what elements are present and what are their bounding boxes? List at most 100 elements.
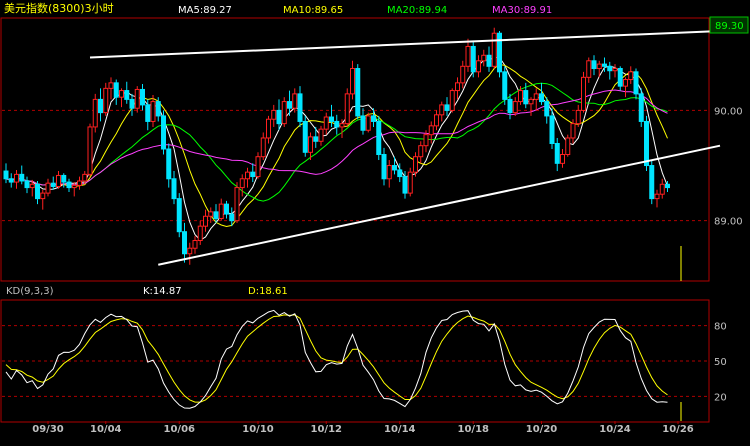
candle xyxy=(470,42,476,78)
candle-body xyxy=(66,181,72,189)
candle-body xyxy=(392,165,397,171)
candle-body xyxy=(92,98,98,128)
candle-body xyxy=(523,90,529,105)
kd-title: KD(9,3,3) xyxy=(6,286,54,297)
candle xyxy=(644,115,649,172)
k-value-label: K:14.87 xyxy=(143,286,182,297)
candle-body xyxy=(549,115,555,144)
candle-body xyxy=(308,136,313,153)
candle-body xyxy=(507,98,513,114)
time-tick-label: 10/26 xyxy=(662,424,694,435)
candle xyxy=(365,112,371,133)
candle-body xyxy=(35,183,40,200)
candle xyxy=(92,93,98,133)
candle-body xyxy=(570,123,576,139)
ma20-label: MA20:89.94 xyxy=(387,5,447,16)
candle-body xyxy=(19,173,25,182)
candle-body xyxy=(659,183,665,195)
candle-body xyxy=(29,183,35,189)
candle-body xyxy=(360,115,366,131)
candle xyxy=(281,97,287,127)
candle-body xyxy=(329,116,334,122)
candle-body xyxy=(98,98,103,114)
candle-body xyxy=(266,118,271,139)
candle xyxy=(161,110,166,155)
candle-body xyxy=(297,93,303,122)
candle-body xyxy=(334,120,340,128)
candle-body xyxy=(140,88,145,106)
candle-body xyxy=(386,165,392,180)
candle-body xyxy=(407,171,413,194)
candle-body xyxy=(323,116,329,130)
current-price-marker: 89.30 xyxy=(715,21,744,32)
ma5-label: MA5:89.27 xyxy=(178,5,232,16)
candle-body xyxy=(512,101,518,114)
candle-body xyxy=(470,45,476,73)
candle-body xyxy=(355,68,361,117)
candle-body xyxy=(313,136,319,142)
time-tick-label: 10/18 xyxy=(458,424,490,435)
candle-body xyxy=(381,154,387,180)
candle-body xyxy=(182,231,187,255)
candle-body xyxy=(176,198,182,233)
candle-body xyxy=(649,165,655,200)
candle-body xyxy=(565,137,571,156)
candle-body xyxy=(533,93,539,100)
candle-body xyxy=(602,63,607,67)
candle-body xyxy=(539,93,544,103)
ma10-label: MA10:89.65 xyxy=(283,5,343,16)
candle-body xyxy=(224,203,229,215)
candle-body xyxy=(124,90,130,100)
candle-body xyxy=(581,76,586,111)
candle xyxy=(302,115,308,157)
candle-body xyxy=(161,115,166,150)
d-value-label: D:18.61 xyxy=(248,286,288,297)
candle-body xyxy=(281,101,287,125)
candle-body xyxy=(255,156,261,178)
candle-body xyxy=(134,88,140,109)
ma30-label: MA30:89.91 xyxy=(492,5,552,16)
chart-title: 美元指数(8300)3小时 xyxy=(4,1,114,15)
candle-body xyxy=(260,137,266,158)
candle-body xyxy=(239,178,245,189)
candle-body xyxy=(187,247,193,255)
candle-body xyxy=(197,225,203,242)
candle-body xyxy=(87,126,93,175)
candle-body xyxy=(302,120,308,153)
candle-body xyxy=(638,93,644,122)
time-tick-label: 10/20 xyxy=(526,424,558,435)
candle-body xyxy=(423,134,429,147)
candle-body xyxy=(213,211,219,219)
candle-body xyxy=(350,68,355,95)
candle-body xyxy=(155,101,161,117)
candle-body xyxy=(61,174,67,183)
candle xyxy=(376,115,382,161)
candle-body xyxy=(287,101,292,109)
candle-body xyxy=(439,104,445,116)
candle-body xyxy=(444,104,450,111)
candle-body xyxy=(449,90,455,111)
time-tick-label: 10/12 xyxy=(311,424,343,435)
candle-body xyxy=(402,176,408,194)
candle-body xyxy=(82,173,88,182)
candle-body xyxy=(617,68,623,87)
candle-body xyxy=(8,178,14,183)
candle-body xyxy=(607,65,613,72)
candle-body xyxy=(486,54,492,67)
candle xyxy=(134,86,140,113)
candle-body xyxy=(528,98,534,105)
candle xyxy=(649,160,655,205)
candle-body xyxy=(218,203,224,219)
candle-body xyxy=(654,193,660,200)
time-tick-label: 10/24 xyxy=(599,424,631,435)
candle-body xyxy=(455,82,460,92)
candle-body xyxy=(623,79,628,87)
candle-body xyxy=(644,120,649,167)
time-tick-label: 10/04 xyxy=(90,424,122,435)
candle-body xyxy=(633,71,639,95)
kd-tick-label: 50 xyxy=(714,357,727,368)
candle-body xyxy=(45,182,51,194)
candle-body xyxy=(476,60,481,73)
candle-body xyxy=(77,180,82,186)
candle-body xyxy=(344,93,350,125)
